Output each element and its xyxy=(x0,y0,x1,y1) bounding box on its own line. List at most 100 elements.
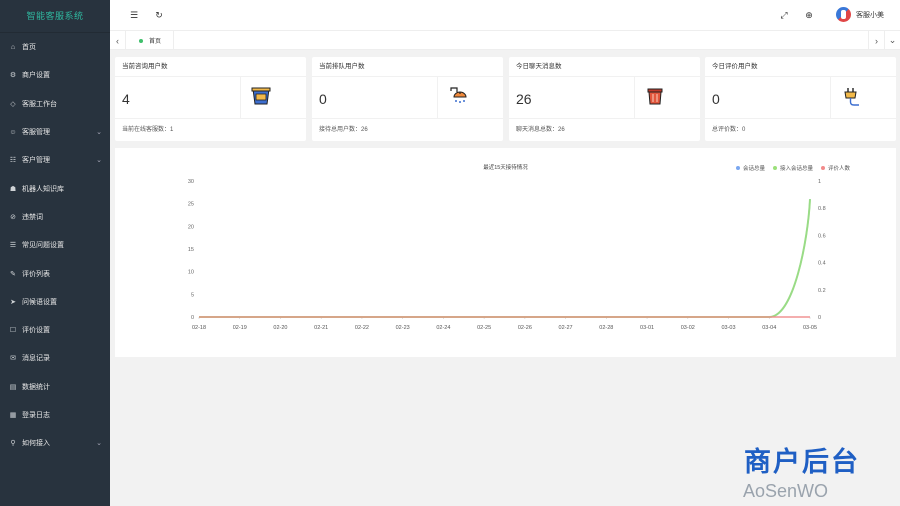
x-tick-label: 02-23 xyxy=(396,325,410,331)
send-icon: ➤ xyxy=(10,298,16,306)
sidebar-item-label: 如何接入 xyxy=(22,440,50,448)
y-left-tick-label: 0 xyxy=(191,315,194,321)
sidebar-item[interactable]: ⊘ 违禁词 xyxy=(0,203,110,231)
card-value: 4 xyxy=(122,91,130,107)
x-tick-label: 03-02 xyxy=(681,325,695,331)
sidebar-item[interactable]: ☷ 客户管理 ⌄ xyxy=(0,146,110,174)
sidebar: 智能客服系统 ⌂ 首页 ⚙ 商户设置 ◇ 客服工作台 ☺ 客服管理 ⌄ ☷ 客户管理 ⌄ ☗ 机器人知识库… xyxy=(0,0,110,506)
sidebar-item[interactable]: ☺ 客服管理 ⌄ xyxy=(0,118,110,146)
robot-icon: ☗ xyxy=(9,185,17,193)
chevron-down-icon[interactable]: ⌄ xyxy=(96,156,102,164)
line-chart: 0 5 10 15 20 25 30 0 0.2 0.4 0.6 0.8 1 02-18 02-19 02-2… xyxy=(188,179,826,331)
sidebar-item-label: 违禁词 xyxy=(22,213,43,221)
series-line-1 xyxy=(199,199,811,318)
chevron-down-icon[interactable]: ⌄ xyxy=(96,128,102,136)
y-right-tick-label: 0.4 xyxy=(818,261,826,267)
sidebar-item[interactable]: ➤ 问候语设置 xyxy=(0,288,110,316)
card-footer: 当前在线客服数：1 xyxy=(122,127,174,133)
sidebar-item[interactable]: ☗ 机器人知识库 xyxy=(0,174,110,202)
sidebar-item[interactable]: ☰ 常见问题设置 xyxy=(0,231,110,259)
card-value: 0 xyxy=(319,91,327,107)
sidebar-item-label: 评价设置 xyxy=(22,327,50,335)
stat-card-ratings: 今日评价用户数 0 总评价数：0 xyxy=(705,57,896,141)
block-icon: ⊘ xyxy=(10,213,16,221)
sidebar-item-label: 消息记录 xyxy=(22,355,50,363)
sidebar-item[interactable]: ✉ 消息记录 xyxy=(0,344,110,372)
menu-icon[interactable]: ☰ xyxy=(127,8,141,22)
series-line-0 xyxy=(199,199,811,318)
x-tick-label: 02-20 xyxy=(273,325,287,331)
sidebar-item[interactable]: ⚙ 商户设置 xyxy=(0,61,110,89)
tab-scroll-right-icon[interactable]: › xyxy=(868,31,884,50)
stat-card-messages: 今日聊天消息数 26 聊天消息总数：26 xyxy=(509,57,700,141)
card-title: 当前排队用户数 xyxy=(312,57,503,77)
sidebar-item[interactable]: ⚲ 如何接入 ⌄ xyxy=(0,429,110,457)
x-tick-label: 03-01 xyxy=(640,325,654,331)
form-icon: ☐ xyxy=(9,327,17,335)
sidebar-nav: ⌂ 首页 ⚙ 商户设置 ◇ 客服工作台 ☺ 客服管理 ⌄ ☷ 客户管理 ⌄ ☗ 机器人知识库 ⊘ 违禁词 ☰ 常见… xyxy=(0,33,110,457)
user-icon: ☺ xyxy=(9,128,17,136)
tab-scroll-left-icon[interactable]: ‹ xyxy=(110,31,126,50)
y-right-tick-label: 0.2 xyxy=(818,288,826,294)
y-left-tick-label: 10 xyxy=(188,270,194,276)
sidebar-item[interactable]: ⌂ 首页 xyxy=(0,33,110,61)
brand-title: 商户后台 xyxy=(744,447,860,477)
comment-icon: ✎ xyxy=(10,270,16,278)
fullscreen-icon[interactable]: ⤢ xyxy=(777,8,791,22)
brand-subtitle: AoSenWO xyxy=(743,481,829,501)
message-icon: ✉ xyxy=(10,355,16,363)
sidebar-item[interactable]: ▦ 登录日志 xyxy=(0,401,110,429)
stat-card-queue: 当前排队用户数 0 接待总用户数：26 xyxy=(312,57,503,141)
y-right-tick-label: 1 xyxy=(818,179,821,185)
y-right-tick-label: 0.8 xyxy=(818,206,826,212)
sidebar-item-label: 问候语设置 xyxy=(22,298,57,306)
log-icon: ▦ xyxy=(9,412,17,419)
y-right-tick-label: 0 xyxy=(818,315,821,321)
sidebar-item-label: 评价列表 xyxy=(22,270,50,278)
settings-icon: ⚙ xyxy=(9,72,17,80)
tab-options-icon[interactable]: ⌄ xyxy=(884,31,900,50)
globe-icon[interactable]: ⊕ xyxy=(802,8,816,22)
plug-icon xyxy=(844,88,859,106)
sidebar-item-label: 首页 xyxy=(22,44,36,52)
avatar[interactable] xyxy=(836,7,851,22)
tab-home-label: 首页 xyxy=(149,39,162,45)
chevron-down-icon[interactable]: ⌄ xyxy=(96,439,102,447)
home-icon: ⌂ xyxy=(10,43,16,51)
x-tick-label: 02-21 xyxy=(314,325,328,331)
link-icon: ⚲ xyxy=(10,440,16,448)
x-tick-label: 02-18 xyxy=(192,325,206,331)
x-tick-label: 02-26 xyxy=(518,325,532,331)
username[interactable]: 客服小美 xyxy=(856,10,884,20)
sidebar-item-label: 常见问题设置 xyxy=(22,242,64,250)
y-left-tick-label: 5 xyxy=(191,292,194,298)
card-title: 今日评价用户数 xyxy=(705,57,896,77)
sidebar-item[interactable]: ✎ 评价列表 xyxy=(0,259,110,287)
group-icon: ☷ xyxy=(9,157,17,165)
shower-icon xyxy=(450,87,467,103)
sidebar-item[interactable]: ◇ 客服工作台 xyxy=(0,90,110,118)
app-logo-title: 智能客服系统 xyxy=(0,0,110,33)
card-title: 今日聊天消息数 xyxy=(509,57,700,77)
x-tick-label: 02-28 xyxy=(599,325,613,331)
sidebar-item[interactable]: ☐ 评价设置 xyxy=(0,316,110,344)
y-left-tick-label: 25 xyxy=(188,202,194,208)
card-value: 26 xyxy=(516,91,532,107)
y-left-tick-label: 15 xyxy=(188,247,194,253)
x-tick-label: 03-03 xyxy=(721,325,735,331)
x-tick-label: 02-22 xyxy=(355,325,369,331)
card-footer: 聊天消息总数：26 xyxy=(516,127,565,133)
card-footer: 接待总用户数：26 xyxy=(319,127,368,133)
tabs-bar: ‹ 首页 › ⌄ xyxy=(110,31,900,50)
faq-icon: ☰ xyxy=(9,242,17,250)
sidebar-item-label: 商户设置 xyxy=(22,72,50,80)
x-tick-label: 02-24 xyxy=(436,325,450,331)
user-menu[interactable]: 客服小美 xyxy=(836,7,884,22)
chart-panel: 最近15天接待情况 会话总量 接入会话总量 评价人数 0 5 10 15 20 25 30 0 0.… xyxy=(115,148,896,357)
sidebar-item-label: 登录日志 xyxy=(22,412,50,419)
tab-home[interactable]: 首页 xyxy=(127,31,175,50)
refresh-icon[interactable]: ↻ xyxy=(152,8,166,22)
active-dot-icon xyxy=(139,38,143,43)
trash-icon xyxy=(647,88,663,105)
sidebar-item[interactable]: ▤ 数据统计 xyxy=(0,373,110,401)
